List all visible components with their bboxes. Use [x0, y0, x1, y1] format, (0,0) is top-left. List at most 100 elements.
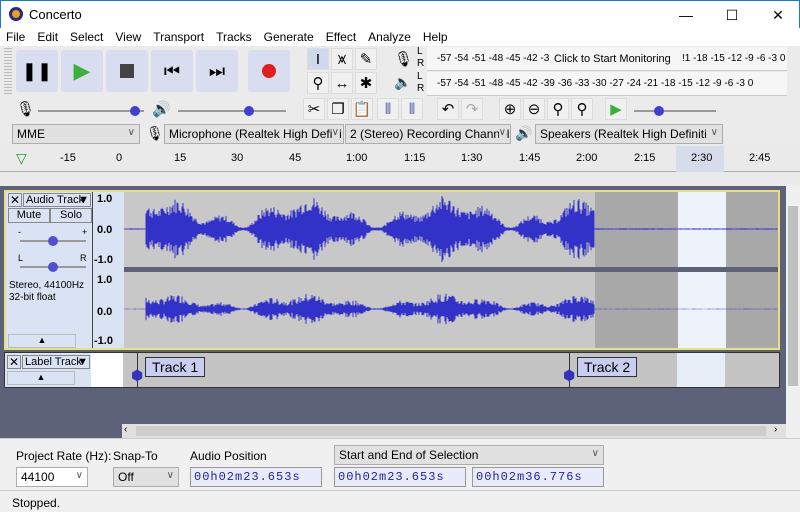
- solo-button[interactable]: Solo: [50, 208, 92, 223]
- paste-button[interactable]: 📋: [351, 98, 373, 120]
- stop-button[interactable]: [106, 50, 148, 92]
- recording-device-select[interactable]: Microphone (Realtek High Defini ∨: [164, 124, 344, 144]
- play-head-triangle-icon[interactable]: ▽: [16, 150, 27, 167]
- selection-tool[interactable]: I: [307, 48, 329, 70]
- menu-file[interactable]: File: [0, 28, 31, 46]
- ruler-label: 1:45: [519, 152, 541, 164]
- play-at-speed-button[interactable]: ▶: [605, 98, 627, 120]
- zoom-tool[interactable]: ⚲: [307, 72, 329, 94]
- fit-selection-button[interactable]: ⚲: [547, 98, 569, 120]
- envelope-tool[interactable]: ⩙: [331, 48, 353, 70]
- maximize-button[interactable]: ☐: [709, 1, 755, 29]
- scroll-left-icon[interactable]: ‹: [124, 424, 127, 435]
- skip-end-button[interactable]: ⏭: [196, 50, 238, 92]
- label-handle-icon[interactable]: ⬢: [131, 367, 143, 384]
- record-meter-scale: -57 -54 -51 -48 -45 -42 -3: [437, 53, 550, 64]
- record-meter[interactable]: -57 -54 -51 -48 -45 -42 -3 Click to Star…: [427, 47, 787, 71]
- scissors-icon: ✂: [307, 101, 321, 118]
- mic-icon: 🎙: [146, 125, 164, 141]
- ruler-spacer: [0, 172, 800, 186]
- multi-tool[interactable]: ✱: [355, 72, 377, 94]
- start-monitoring-prompt[interactable]: Click to Start Monitoring: [554, 53, 671, 65]
- mic-icon: 🎙: [394, 51, 414, 68]
- toolbar-grip[interactable]: [4, 48, 12, 94]
- record-volume-slider[interactable]: [38, 106, 144, 116]
- collapse-track-button[interactable]: ▲: [8, 334, 76, 348]
- selection-start-value: 00h02m23.653s: [338, 470, 445, 484]
- audio-track[interactable]: ✕ Audio Track ▼ Mute Solo - + L R Stereo,…: [4, 190, 780, 350]
- magnifier-icon: ⚲: [312, 75, 324, 92]
- menu-generate[interactable]: Generate: [258, 28, 320, 46]
- audio-position-field[interactable]: 00h02m23.653s: [190, 467, 322, 487]
- channels-select[interactable]: 2 (Stereo) Recording Channels ∨: [345, 124, 511, 144]
- menu-analyze[interactable]: Analyze: [362, 28, 417, 46]
- fit-project-button[interactable]: ⚲: [571, 98, 593, 120]
- status-text: Stopped.: [12, 496, 61, 510]
- minimize-button[interactable]: —: [663, 1, 709, 29]
- undo-button[interactable]: ↶: [437, 98, 459, 120]
- pan-slider[interactable]: [20, 262, 86, 272]
- snap-to-select[interactable]: Off ∨: [113, 467, 179, 487]
- close-track-button[interactable]: ✕: [7, 355, 21, 369]
- zoom-out-button[interactable]: ⊖: [523, 98, 545, 120]
- label-track-1[interactable]: Track 1: [145, 357, 206, 377]
- playback-meter[interactable]: -57 -54 -51 -48 -45 -42 -39 -36 -33 -30 …: [427, 72, 787, 96]
- selection-start-field[interactable]: 00h02m23.653s: [334, 467, 466, 487]
- audio-host-select[interactable]: MME ∨: [12, 124, 140, 144]
- label-track-2[interactable]: Track 2: [577, 357, 638, 377]
- collapse-track-button[interactable]: ▲: [7, 371, 75, 385]
- menu-transport[interactable]: Transport: [147, 28, 210, 46]
- channel-divider: [124, 267, 778, 272]
- playback-volume-icon: 🔊: [152, 101, 171, 118]
- selection-mode-select[interactable]: Start and End of Selection ∨: [334, 445, 604, 465]
- pause-button[interactable]: ❚❚: [16, 50, 58, 92]
- menu-tracks[interactable]: Tracks: [210, 28, 258, 46]
- redo-button[interactable]: ↷: [461, 98, 483, 120]
- scroll-right-icon[interactable]: ›: [774, 424, 777, 435]
- trim-button[interactable]: ⫴: [377, 98, 399, 120]
- play-button[interactable]: ▶: [61, 50, 103, 92]
- mute-button[interactable]: Mute: [8, 208, 50, 223]
- pan-left: L: [18, 253, 24, 263]
- menu-select[interactable]: Select: [64, 28, 109, 46]
- close-button[interactable]: ✕: [755, 1, 800, 29]
- menu-effect[interactable]: Effect: [320, 28, 362, 46]
- scale-bottom: -1.0: [94, 335, 113, 347]
- meter-l: L: [417, 46, 423, 57]
- playback-volume-slider[interactable]: [178, 106, 286, 116]
- label-track[interactable]: ✕ Label Track ▼ ▲ ⬢ Track 1 ⬢ Track 2: [4, 352, 780, 388]
- menu-help[interactable]: Help: [417, 28, 454, 46]
- timeline-ruler[interactable]: ▽ -15 0 15 30 45 1:00 1:15 1:30 1:45 2:00 2:15 2:30…: [0, 146, 800, 172]
- zoom-in-button[interactable]: ⊕: [499, 98, 521, 120]
- ruler-label: -15: [60, 152, 76, 164]
- chevron-down-icon: ∨: [710, 127, 718, 138]
- track-menu-button[interactable]: Label Track ▼: [22, 355, 90, 369]
- cut-button[interactable]: ✂: [303, 98, 325, 120]
- playback-device-select[interactable]: Speakers (Realtek High Definiti ∨: [535, 124, 723, 144]
- copy-button[interactable]: ❐: [327, 98, 349, 120]
- draw-tool[interactable]: ✎: [355, 48, 377, 70]
- close-track-button[interactable]: ✕: [8, 193, 22, 207]
- vertical-scrollbar[interactable]: [786, 186, 800, 424]
- silence-button[interactable]: ⫴: [401, 98, 423, 120]
- scale-bottom: -1.0: [94, 254, 113, 266]
- selection-end-field[interactable]: 00h02m36.776s: [472, 467, 604, 487]
- record-button[interactable]: [248, 50, 290, 92]
- waveform[interactable]: [124, 192, 778, 348]
- horizontal-scrollbar[interactable]: ‹ ›: [122, 424, 786, 438]
- gain-slider[interactable]: [20, 236, 86, 246]
- menu-edit[interactable]: Edit: [31, 28, 64, 46]
- speaker-icon: 🔈: [394, 74, 412, 90]
- mic-volume-icon: 🎙: [16, 101, 36, 118]
- recording-device-value: Microphone (Realtek High Defini: [169, 127, 342, 141]
- play-speed-slider[interactable]: [634, 106, 716, 116]
- chevron-down-icon: ∨: [75, 470, 83, 481]
- selection-mode-value: Start and End of Selection: [339, 448, 479, 462]
- copy-icon: ❐: [331, 101, 345, 118]
- skip-start-button[interactable]: ⏮: [151, 50, 193, 92]
- timeshift-tool[interactable]: ↔: [331, 72, 353, 94]
- label-handle-icon[interactable]: ⬢: [563, 367, 575, 384]
- track-menu-button[interactable]: Audio Track ▼: [23, 193, 91, 207]
- menu-view[interactable]: View: [109, 28, 147, 46]
- project-rate-select[interactable]: 44100 ∨: [16, 467, 88, 487]
